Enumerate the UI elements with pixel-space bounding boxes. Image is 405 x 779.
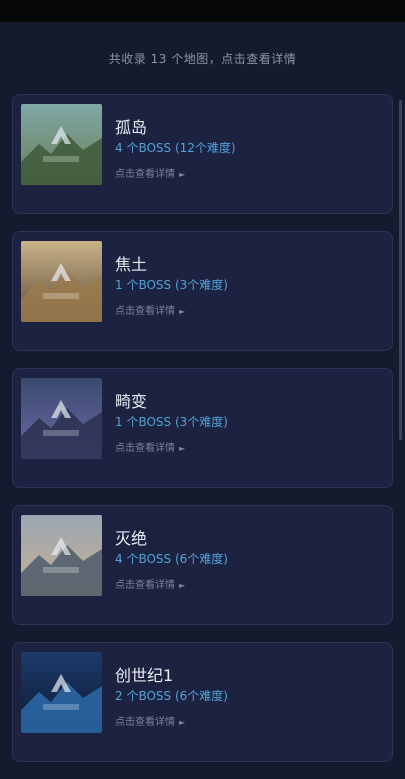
map-card[interactable]: 畸变 1 个BOSS (3个难度) 点击查看详情 ► (12, 368, 393, 488)
view-details-link[interactable]: 点击查看详情 ► (115, 576, 185, 591)
genesis-cover (21, 652, 102, 733)
view-details-link[interactable]: 点击查看详情 ► (115, 302, 185, 317)
view-details-label: 点击查看详情 (115, 306, 175, 317)
view-details-link[interactable]: 点击查看详情 ► (115, 713, 185, 728)
map-name: 焦土 (115, 255, 148, 274)
extinction-cover (21, 515, 102, 596)
boss-count: 1 个BOSS (3个难度) (115, 415, 228, 429)
map-card[interactable]: 灭绝 4 个BOSS (6个难度) 点击查看详情 ► (12, 505, 393, 625)
arrow-right-icon: ► (179, 444, 186, 453)
boss-count: 4 个BOSS (12个难度) (115, 141, 236, 155)
the-island-cover (21, 104, 102, 185)
arrow-right-icon: ► (179, 581, 186, 590)
map-card[interactable]: 焦土 1 个BOSS (3个难度) 点击查看详情 ► (12, 231, 393, 351)
map-name: 创世纪1 (115, 666, 174, 685)
map-list: 孤岛 4 个BOSS (12个难度) 点击查看详情 ► 焦土 1 个BOSS (3个难度)… (12, 94, 393, 779)
boss-count: 2 个BOSS (6个难度) (115, 689, 228, 703)
map-name: 孤岛 (115, 118, 148, 137)
map-card[interactable]: 创世纪1 2 个BOSS (6个难度) 点击查看详情 ► (12, 642, 393, 762)
view-details-label: 点击查看详情 (115, 443, 175, 454)
status-bar (0, 0, 405, 22)
map-count-summary: 共收录 13 个地图，点击查看详情 (108, 52, 297, 66)
view-details-label: 点击查看详情 (115, 580, 175, 591)
aberration-cover (21, 378, 102, 459)
map-name: 灭绝 (115, 529, 148, 548)
view-details-label: 点击查看详情 (115, 169, 175, 180)
scrollbar[interactable] (399, 100, 402, 440)
boss-count: 1 个BOSS (3个难度) (115, 278, 228, 292)
map-card[interactable]: 孤岛 4 个BOSS (12个难度) 点击查看详情 ► (12, 94, 393, 214)
arrow-right-icon: ► (179, 170, 186, 179)
arrow-right-icon: ► (179, 718, 186, 727)
view-details-label: 点击查看详情 (115, 717, 175, 728)
map-name: 畸变 (115, 392, 148, 411)
arrow-right-icon: ► (179, 307, 186, 316)
scorched-earth-cover (21, 241, 102, 322)
boss-count: 4 个BOSS (6个难度) (115, 552, 228, 566)
view-details-link[interactable]: 点击查看详情 ► (115, 439, 185, 454)
view-details-link[interactable]: 点击查看详情 ► (115, 165, 185, 180)
